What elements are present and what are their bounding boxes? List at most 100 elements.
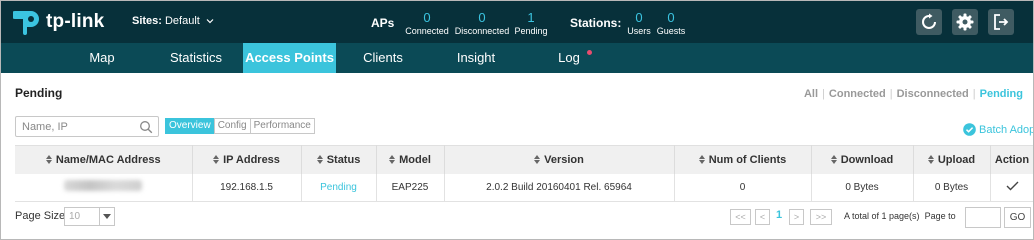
cell-action: [990, 173, 1033, 202]
chevron-down-icon: [206, 19, 214, 24]
tab-overview[interactable]: Overview: [165, 118, 215, 134]
column-header-version[interactable]: Version: [444, 145, 675, 174]
prev-page-button[interactable]: <: [755, 209, 770, 225]
column-header-download[interactable]: Download: [811, 145, 914, 174]
cell-clients: 0: [674, 173, 812, 202]
nav-tab-log-label: Log: [558, 50, 580, 65]
cell-download: 0 Bytes: [811, 173, 914, 202]
sites-value: Default: [164, 15, 200, 27]
goto-page-input[interactable]: [965, 207, 1001, 228]
filter-connected[interactable]: Connected: [829, 88, 886, 100]
aps-disconnected-stat: 0 Disconnected: [454, 10, 510, 37]
stat-label: Guests: [656, 26, 686, 36]
page-title: Pending: [15, 86, 63, 100]
stat-label: Disconnected: [454, 26, 510, 36]
nav-tab-map[interactable]: Map: [73, 43, 131, 73]
filter-disconnected[interactable]: Disconnected: [897, 88, 969, 100]
batch-adopt-label: Batch Adopt: [979, 123, 1034, 136]
column-header-model[interactable]: Model: [376, 145, 445, 174]
cell-name: [15, 173, 193, 202]
stat-value: 0: [667, 10, 675, 25]
cell-version: 2.0.2 Build 20160401 Rel. 65964: [444, 173, 675, 202]
logout-button[interactable]: [988, 9, 1014, 35]
column-header-action: Action: [990, 145, 1033, 174]
status-link[interactable]: Pending: [320, 182, 357, 193]
table-header-row: Name/MAC Address IP Address Status Model…: [15, 145, 1033, 174]
check-circle-icon: [963, 123, 976, 136]
column-label: Status: [326, 153, 361, 166]
column-label: Download: [840, 153, 894, 166]
sort-icon: [389, 154, 396, 164]
page-size-dropdown[interactable]: [99, 208, 114, 225]
caret-down-icon: [103, 214, 111, 219]
page-size-value: 10: [69, 211, 81, 222]
adopt-check-icon[interactable]: [1006, 181, 1019, 191]
view-tabs: Overview Config Performance: [165, 118, 315, 134]
sort-icon: [830, 154, 837, 164]
column-header-status[interactable]: Status: [301, 145, 377, 174]
sort-icon: [316, 154, 323, 164]
table-row[interactable]: 192.168.1.5 Pending EAP225 2.0.2 Build 2…: [15, 173, 1033, 202]
main-nav: Map Statistics Access Points Clients Ins…: [1, 43, 1033, 73]
sort-icon: [698, 154, 705, 164]
tab-config[interactable]: Config: [213, 118, 251, 134]
nav-tab-access-points[interactable]: Access Points: [243, 43, 336, 73]
stat-label: Pending: [514, 26, 548, 36]
column-header-ip[interactable]: IP Address: [192, 145, 302, 174]
stat-value: 0: [423, 10, 431, 25]
refresh-icon: [922, 13, 936, 29]
app-frame: tp-link Sites: Default APs 0 Connected 0…: [0, 0, 1034, 240]
aps-pending-stat: 1 Pending: [513, 10, 549, 37]
cell-upload: 0 Bytes: [913, 173, 991, 202]
settings-button[interactable]: [952, 9, 978, 35]
nav-tab-log[interactable]: Log: [553, 43, 592, 73]
current-page[interactable]: 1: [776, 209, 782, 221]
next-page-button[interactable]: >: [789, 209, 804, 225]
logo[interactable]: tp-link: [11, 9, 105, 35]
stations-guests-stat: 0 Guests: [656, 10, 686, 37]
last-page-button[interactable]: >>: [810, 209, 832, 225]
tab-performance[interactable]: Performance: [249, 118, 315, 134]
nav-tab-insight[interactable]: Insight: [444, 43, 508, 73]
sort-icon: [45, 154, 52, 164]
column-label: Upload: [937, 153, 976, 166]
site-selector[interactable]: Sites: Default: [132, 15, 214, 27]
search-input[interactable]: [15, 116, 159, 137]
sort-icon: [534, 154, 541, 164]
filter-pending[interactable]: Pending: [980, 88, 1023, 100]
redacted-name: [64, 180, 143, 192]
top-header: tp-link Sites: Default APs 0 Connected 0…: [1, 1, 1033, 43]
stat-label: Users: [627, 26, 651, 36]
column-header-upload[interactable]: Upload: [913, 145, 991, 174]
aps-connected-stat: 0 Connected: [404, 10, 450, 37]
page-size-select[interactable]: 10: [64, 207, 115, 226]
filter-all[interactable]: All: [804, 88, 818, 100]
stat-value: 1: [527, 10, 535, 25]
nav-tab-clients[interactable]: Clients: [351, 43, 415, 73]
column-label: Model: [399, 153, 431, 166]
sort-icon: [927, 154, 934, 164]
nav-tab-statistics[interactable]: Statistics: [156, 43, 236, 73]
logout-icon: [994, 14, 1009, 30]
stations-users-stat: 0 Users: [625, 10, 653, 37]
column-header-clients[interactable]: Num of Clients: [674, 145, 812, 174]
aps-label: APs: [371, 16, 395, 30]
go-button[interactable]: GO: [1004, 207, 1031, 228]
gear-icon: [956, 13, 974, 31]
stat-value: 0: [635, 10, 643, 25]
column-label: Version: [544, 153, 584, 166]
column-label: Name/MAC Address: [55, 153, 161, 166]
sort-icon: [213, 154, 220, 164]
brand-name: tp-link: [46, 11, 105, 32]
batch-adopt-button[interactable]: Batch Adopt: [963, 123, 1034, 136]
column-label: IP Address: [223, 153, 280, 166]
column-header-name[interactable]: Name/MAC Address: [15, 145, 193, 174]
page-size-label: Page Size: [15, 210, 66, 222]
tp-link-logo-icon: [11, 9, 41, 35]
cell-status: Pending: [301, 173, 377, 202]
page-to-label: Page to: [924, 211, 956, 221]
stat-value: 0: [478, 10, 486, 25]
refresh-button[interactable]: [916, 9, 942, 35]
first-page-button[interactable]: <<: [730, 209, 751, 225]
search-icon[interactable]: [139, 120, 153, 134]
